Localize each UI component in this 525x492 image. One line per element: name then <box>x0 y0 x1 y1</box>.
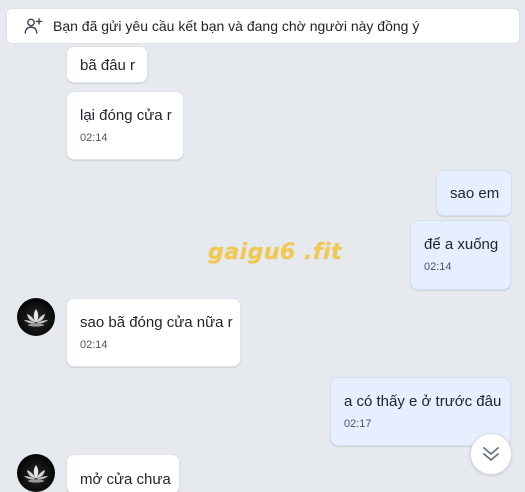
message-time: 02:17 <box>344 418 372 430</box>
friend-request-text: Bạn đã gửi yêu cầu kết bạn và đang chờ n… <box>53 18 420 34</box>
avatar[interactable] <box>17 298 55 336</box>
friend-request-banner: Bạn đã gửi yêu cầu kết bạn và đang chờ n… <box>6 8 520 44</box>
add-friend-icon <box>23 16 43 36</box>
message-text: lại đóng cửa r <box>80 107 172 124</box>
message-time: 02:14 <box>424 261 452 273</box>
message-incoming[interactable]: sao bã đóng cửa nữa r 02:14 <box>66 298 241 367</box>
message-text: sao em <box>450 185 500 202</box>
chevron-double-down-icon <box>483 447 499 461</box>
message-time: 02:14 <box>80 132 108 144</box>
message-text: bã đâu r <box>80 57 136 74</box>
watermark: gaigu6 .fit <box>208 240 342 265</box>
scroll-to-bottom-button[interactable] <box>470 433 512 475</box>
avatar[interactable] <box>17 454 55 492</box>
message-incoming[interactable]: bã đâu r <box>66 46 148 83</box>
message-text: a có thấy e ở trước đâu <box>344 393 502 410</box>
message-text: mở cửa chưa <box>80 471 171 488</box>
message-outgoing[interactable]: để a xuống 02:14 <box>410 220 511 290</box>
message-incoming[interactable]: mở cửa chưa <box>66 454 180 492</box>
message-text: sao bã đóng cửa nữa r <box>80 314 233 331</box>
message-incoming[interactable]: lại đóng cửa r 02:14 <box>66 91 184 160</box>
message-text: để a xuống <box>424 236 499 253</box>
message-outgoing[interactable]: sao em <box>436 170 512 216</box>
lotus-icon <box>24 309 48 327</box>
message-time: 02:14 <box>80 339 108 351</box>
lotus-icon <box>24 465 48 483</box>
